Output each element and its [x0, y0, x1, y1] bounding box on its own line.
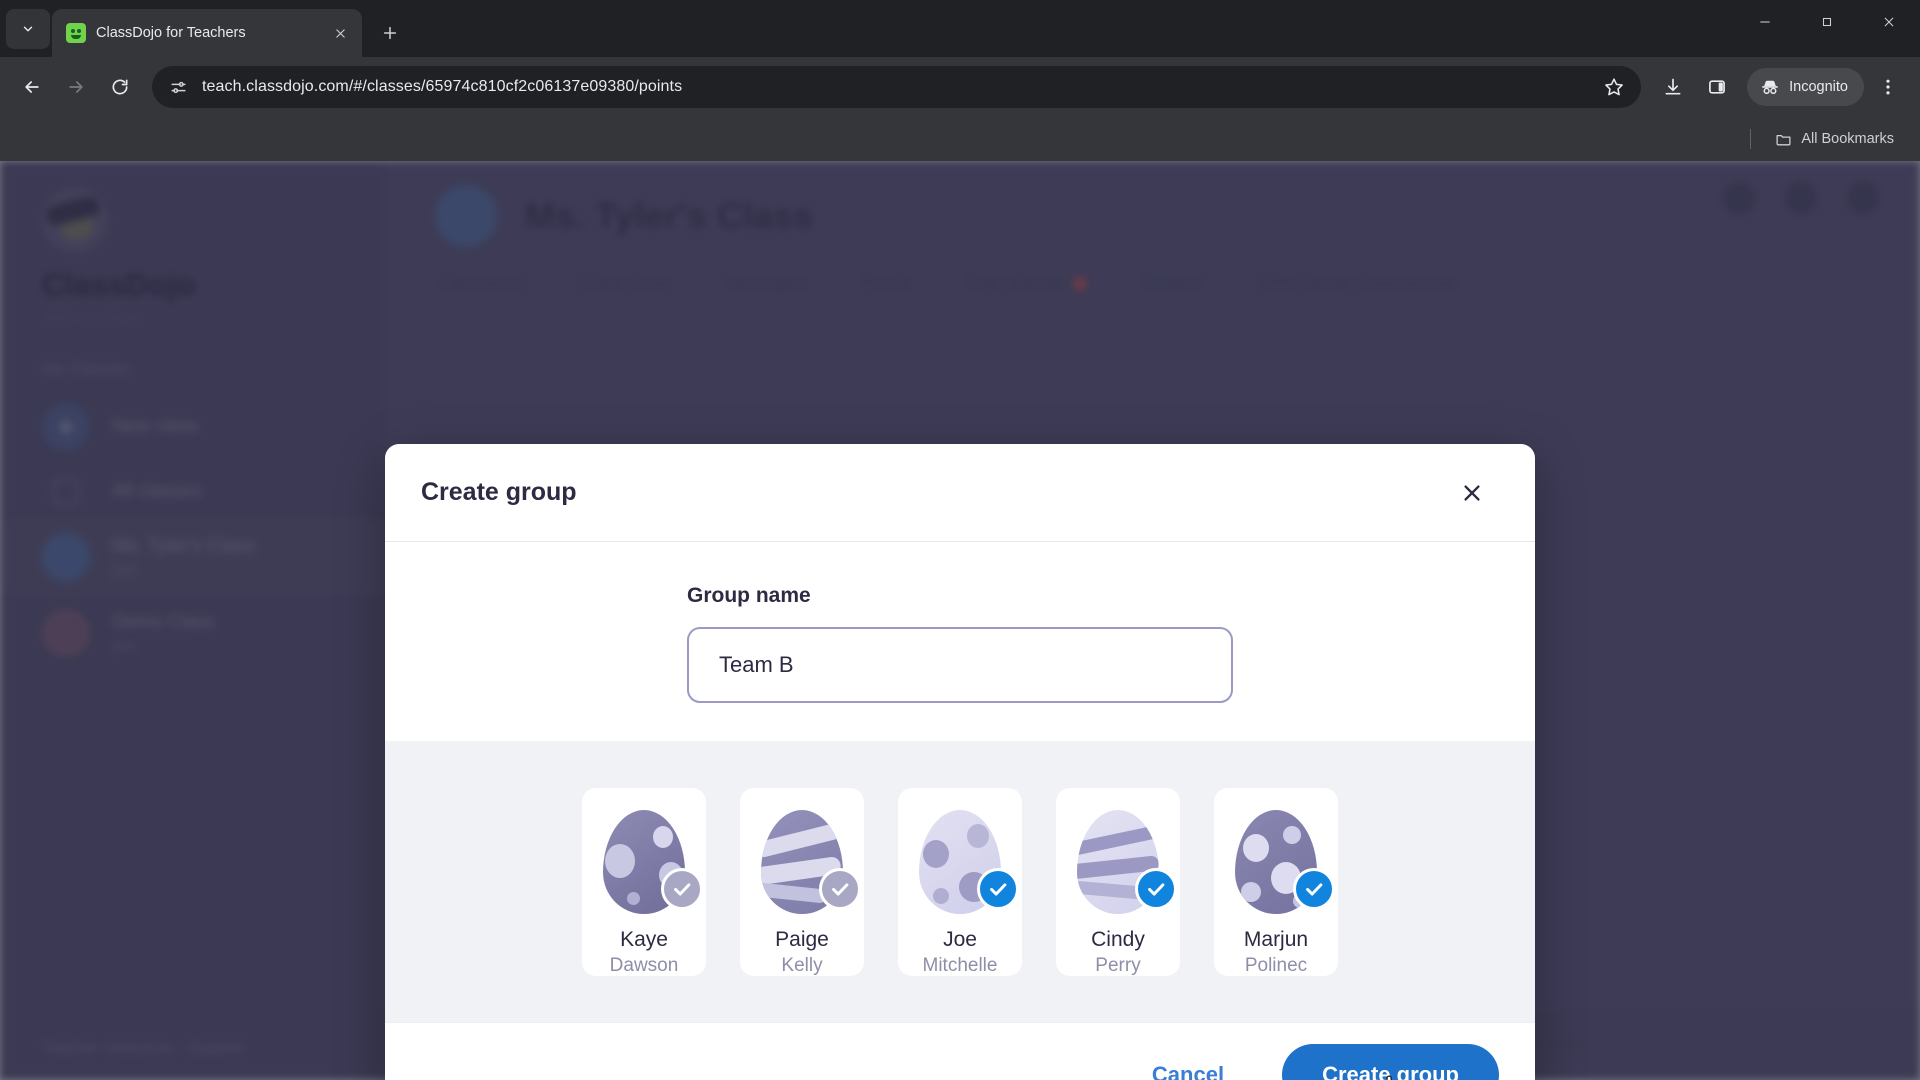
bookmarks-divider: [1750, 129, 1752, 149]
browser-toolbar: teach.classdojo.com/#/classes/65974c810c…: [0, 57, 1920, 117]
reload-button[interactable]: [100, 67, 140, 107]
check-icon: [990, 882, 1007, 896]
student-first-name: Marjun: [1243, 927, 1309, 951]
site-settings-icon[interactable]: [168, 77, 188, 97]
address-bar[interactable]: teach.classdojo.com/#/classes/65974c810c…: [152, 66, 1642, 108]
cancel-button[interactable]: Cancel: [1136, 1052, 1240, 1080]
three-dot-menu-icon: [1886, 79, 1890, 95]
browser-tab[interactable]: ClassDojo for Teachers: [52, 9, 362, 57]
back-button[interactable]: [12, 67, 52, 107]
back-arrow-icon: [25, 81, 39, 93]
student-last-name: Polinec: [1244, 954, 1308, 976]
bookmark-star-icon[interactable]: [1601, 74, 1627, 100]
plus-icon: [383, 26, 397, 40]
page-viewport: ClassDojo Join a school My Classes New c…: [0, 161, 1920, 1080]
dialog-footer: Cancel Create group: [385, 1022, 1535, 1080]
student-first-name: Joe: [943, 927, 977, 951]
group-name-section: Group name Team B: [385, 542, 1535, 741]
incognito-indicator[interactable]: Incognito: [1747, 68, 1864, 106]
window-close-button[interactable]: [1858, 0, 1920, 44]
group-name-label: Group name: [687, 584, 811, 607]
downloads-button[interactable]: [1653, 67, 1693, 107]
maximize-icon: [1822, 17, 1832, 27]
student-first-name: Kaye: [620, 927, 668, 951]
minimize-button[interactable]: [1734, 0, 1796, 44]
create-group-button[interactable]: Create group: [1282, 1043, 1499, 1080]
student-checkbox[interactable]: [977, 867, 1019, 910]
minimize-icon: [1760, 21, 1770, 23]
student-selection-list: Kaye Dawson Paige Kelly Joe Mitchelle Ci…: [385, 741, 1535, 1022]
student-card[interactable]: Joe Mitchelle: [898, 787, 1022, 976]
new-tab-button[interactable]: [372, 15, 408, 51]
browser-window: ClassDojo for Teachers teach.classdojo.c…: [0, 0, 1920, 1080]
dialog-title: Create group: [421, 478, 577, 506]
student-checkbox[interactable]: [661, 867, 703, 910]
dialog-header: Create group: [385, 444, 1535, 542]
window-controls: [1734, 0, 1920, 44]
student-checkbox[interactable]: [1135, 867, 1177, 910]
maximize-button[interactable]: [1796, 0, 1858, 44]
close-icon: [1464, 484, 1480, 501]
url-text: teach.classdojo.com/#/classes/65974c810c…: [202, 78, 683, 95]
student-last-name: Mitchelle: [922, 954, 998, 976]
close-icon: [335, 28, 345, 38]
student-checkbox[interactable]: [819, 867, 861, 910]
check-icon: [1306, 882, 1323, 896]
chrome-menu-button[interactable]: [1868, 67, 1908, 107]
student-last-name: Dawson: [609, 954, 679, 976]
folder-icon: [1776, 134, 1791, 145]
tab-strip: ClassDojo for Teachers: [0, 0, 1920, 57]
check-icon: [1148, 882, 1165, 896]
classdojo-favicon-icon: [66, 23, 86, 43]
group-name-input[interactable]: Team B: [687, 627, 1233, 703]
student-card[interactable]: Marjun Polinec: [1214, 787, 1338, 976]
student-card[interactable]: Cindy Perry: [1056, 787, 1180, 976]
window-close-icon: [1884, 17, 1894, 27]
tab-close-button[interactable]: [328, 21, 352, 45]
student-card[interactable]: Paige Kelly: [740, 787, 864, 976]
download-icon: [1665, 78, 1681, 95]
create-group-dialog: Create group Group name Team B Kaye Daws…: [385, 444, 1535, 1080]
check-icon: [674, 882, 691, 896]
all-bookmarks-label: All Bookmarks: [1801, 131, 1894, 147]
tab-search-button[interactable]: [6, 9, 50, 49]
side-panel-button[interactable]: [1697, 67, 1737, 107]
student-first-name: Paige: [775, 927, 829, 951]
all-bookmarks-button[interactable]: All Bookmarks: [1767, 126, 1902, 153]
student-last-name: Kelly: [781, 954, 823, 976]
student-checkbox[interactable]: [1293, 867, 1335, 910]
dialog-close-button[interactable]: [1455, 476, 1489, 510]
tab-title: ClassDojo for Teachers: [96, 25, 246, 41]
student-card[interactable]: Kaye Dawson: [582, 787, 706, 976]
forward-arrow-icon: [69, 81, 83, 93]
bookmarks-bar: All Bookmarks: [0, 117, 1920, 161]
reload-icon: [112, 79, 128, 95]
check-icon: [832, 882, 849, 896]
student-first-name: Cindy: [1091, 927, 1145, 951]
chevron-down-icon: [23, 26, 33, 32]
incognito-label: Incognito: [1789, 79, 1848, 95]
student-last-name: Perry: [1095, 954, 1141, 976]
forward-button[interactable]: [56, 67, 96, 107]
incognito-hat-icon: [1762, 80, 1779, 95]
side-panel-icon: [1709, 80, 1726, 94]
